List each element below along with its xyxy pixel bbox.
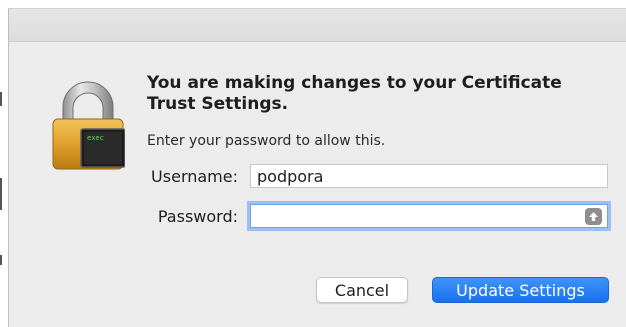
lock-icon: exec — [51, 81, 126, 171]
window-edge-mark — [0, 255, 2, 265]
password-field[interactable] — [250, 204, 608, 228]
window-edge-mark — [0, 92, 2, 106]
update-settings-button[interactable]: Update Settings — [432, 277, 609, 303]
window-edge-mark — [0, 178, 2, 210]
cancel-button[interactable]: Cancel — [316, 277, 408, 303]
keychain-fill-icon[interactable] — [585, 208, 602, 225]
username-field[interactable] — [250, 164, 608, 188]
terminal-badge-text: exec — [87, 134, 104, 142]
authentication-dialog: exec You are making changes to your Cert… — [8, 8, 626, 327]
password-label: Password: — [157, 207, 238, 226]
dialog-titlebar — [9, 9, 626, 42]
dialog-heading: You are making changes to your Certifica… — [147, 73, 562, 114]
dialog-subtext: Enter your password to allow this. — [147, 133, 386, 149]
username-label: Username: — [151, 167, 238, 186]
